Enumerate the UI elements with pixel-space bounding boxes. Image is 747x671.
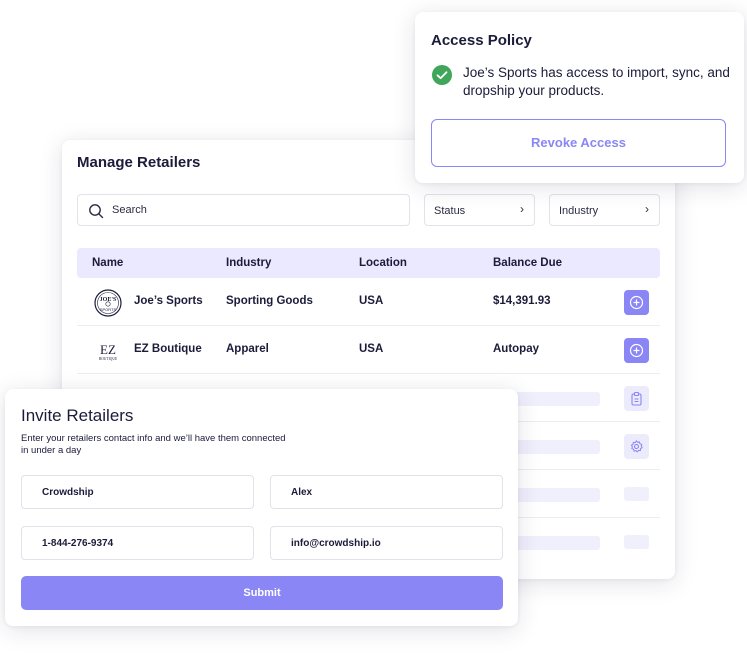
status-filter[interactable]: Status › <box>424 194 535 226</box>
chevron-right-icon: › <box>520 202 524 216</box>
retailer-name: EZ Boutique <box>134 343 202 355</box>
search-icon <box>89 204 104 219</box>
retailer-balance: Autopay <box>493 343 539 355</box>
clipboard-button[interactable] <box>624 386 649 411</box>
invite-description: Enter your retailers contact info and we… <box>21 433 286 456</box>
manage-retailers-title: Manage Retailers <box>77 154 201 171</box>
retailer-location: USA <box>359 295 384 307</box>
clipboard-icon <box>631 391 642 406</box>
email-value: info@crowdship.io <box>291 538 381 549</box>
joes-sports-logo: JOE'S SPORTS <box>94 289 122 317</box>
column-header-balance-due: Balance Due <box>493 257 563 269</box>
add-retailer-button[interactable] <box>624 338 649 363</box>
retailer-location: USA <box>359 343 384 355</box>
status-filter-label: Status <box>434 205 466 217</box>
retailer-industry: Apparel <box>226 343 269 355</box>
company-value: Crowdship <box>42 487 94 498</box>
table-header: Name Industry Location Balance Due <box>77 248 660 278</box>
column-header-location: Location <box>359 257 407 269</box>
access-policy-card: Access Policy Joe’s Sports has access to… <box>415 12 744 183</box>
phone-field[interactable]: 1-844-276-9374 <box>21 526 254 560</box>
column-header-name: Name <box>92 257 124 269</box>
svg-text:SPORTS: SPORTS <box>100 307 117 312</box>
add-retailer-button[interactable] <box>624 290 649 315</box>
invite-retailers-card: Invite Retailers Enter your retailers co… <box>5 389 518 626</box>
plus-circle-icon <box>629 343 644 358</box>
table-row[interactable]: EZ BOUTIQUE EZ Boutique Apparel USA Auto… <box>77 326 660 374</box>
gear-icon <box>630 440 643 453</box>
chevron-right-icon: › <box>645 202 649 216</box>
retailer-name: Joe’s Sports <box>134 295 203 307</box>
industry-filter[interactable]: Industry › <box>549 194 660 226</box>
retailer-balance: $14,391.93 <box>493 295 551 307</box>
settings-button[interactable] <box>624 434 649 459</box>
industry-filter-label: Industry <box>559 205 599 217</box>
svg-text:BOUTIQUE: BOUTIQUE <box>99 357 118 361</box>
column-header-industry: Industry <box>226 257 272 269</box>
first-name-value: Alex <box>291 487 313 498</box>
ez-boutique-logo: EZ BOUTIQUE <box>99 342 118 361</box>
skeleton-action <box>624 535 649 549</box>
phone-value: 1-844-276-9374 <box>42 538 114 549</box>
svg-text:EZ: EZ <box>100 342 116 357</box>
access-message: Joe’s Sports has access to import, sync,… <box>463 65 730 98</box>
search-label: Search <box>112 204 147 216</box>
check-circle-icon <box>432 65 452 85</box>
retailer-industry: Sporting Goods <box>226 295 313 307</box>
access-policy-title: Access Policy <box>431 32 532 49</box>
submit-button[interactable]: Submit <box>21 576 503 610</box>
revoke-access-button[interactable]: Revoke Access <box>431 119 726 167</box>
skeleton-action <box>624 487 649 501</box>
plus-circle-icon <box>629 295 644 310</box>
table-row[interactable]: JOE'S SPORTS Joe’s Sports Sporting Goods… <box>77 278 660 326</box>
first-name-field[interactable]: Alex <box>270 475 503 509</box>
search-input[interactable]: Search <box>77 194 410 226</box>
company-field[interactable]: Crowdship <box>21 475 254 509</box>
invite-title: Invite Retailers <box>21 406 134 425</box>
email-field[interactable]: info@crowdship.io <box>270 526 503 560</box>
